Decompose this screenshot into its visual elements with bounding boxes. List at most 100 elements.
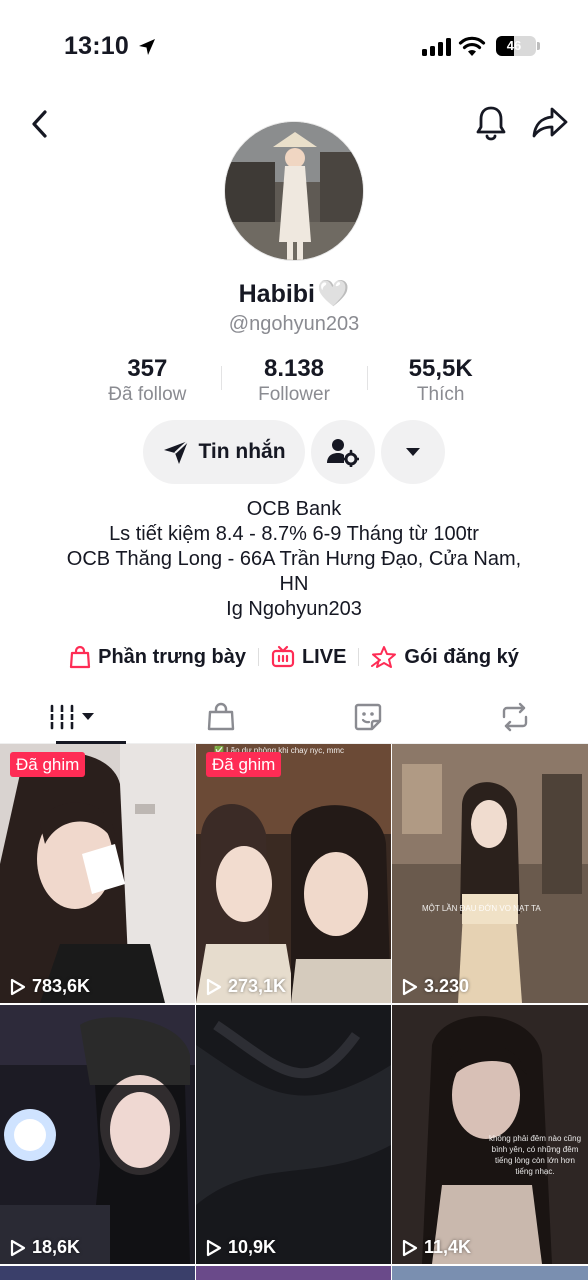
stat-following[interactable]: 357 Đã follow	[74, 354, 221, 410]
video-thumbnail-partial[interactable]	[392, 1266, 588, 1280]
subscription-link[interactable]: Gói đăng ký	[371, 645, 519, 669]
play-outline-icon	[402, 978, 418, 995]
video-thumbnail-image	[196, 744, 391, 1003]
play-outline-icon	[10, 1239, 26, 1256]
bio-line: Ls tiết kiệm 8.4 - 8.7% 6-9 Tháng từ 100…	[109, 523, 479, 545]
stat-followers[interactable]: 8.138 Follower	[220, 354, 368, 410]
white-heart-emoji: 🤍	[317, 278, 350, 308]
stat-value: 357	[127, 355, 168, 382]
view-count-text: 3.230	[424, 976, 470, 996]
video-caption: không phải đêm nào cũng bình yên, có nhữ…	[488, 1134, 582, 1176]
video-thumbnail-partial[interactable]	[196, 1266, 391, 1280]
stat-value: 55,5K	[408, 355, 473, 382]
divider	[257, 648, 259, 666]
video-grid-next-row	[0, 1266, 588, 1280]
bio-line: OCB Bank	[246, 498, 342, 520]
grid-bars-icon	[48, 704, 94, 729]
content-tabs	[0, 690, 588, 744]
subscription-star-icon	[371, 646, 397, 668]
cellular-signal-icon	[422, 38, 451, 56]
live-link[interactable]: LIVE	[271, 645, 346, 669]
profile-name: Habibi🤍	[0, 278, 588, 309]
stat-label: Đã follow	[108, 384, 187, 405]
avatar-photo	[225, 122, 363, 260]
more-options-button[interactable]	[381, 420, 445, 484]
video-thumbnail[interactable]: MỘT LẦN ĐAU ĐỚN VO NẠT TA 3.230	[392, 744, 588, 1003]
shopping-bag-icon	[207, 702, 234, 730]
bell-icon	[476, 106, 506, 141]
message-button-label: Tin nhắn	[198, 440, 286, 463]
message-button[interactable]: Tin nhắn	[143, 420, 305, 484]
view-count: 11,4K	[402, 1237, 471, 1258]
stat-value: 8.138	[263, 355, 325, 382]
status-bar: 13:10 46	[0, 0, 588, 96]
clock: 13:10	[64, 32, 157, 61]
user-gear-icon	[327, 439, 359, 467]
video-thumbnail[interactable]: Đã ghim 783,6K	[0, 744, 195, 1003]
repost-icon	[502, 702, 527, 731]
view-count-text: 11,4K	[424, 1237, 472, 1257]
subscription-label: Gói đăng ký	[404, 645, 519, 668]
profile-links: Phần trưng bày LIVE Gói đăng ký	[0, 640, 588, 674]
battery-nub	[537, 42, 540, 50]
view-count: 783,6K	[10, 976, 90, 997]
caret-down-icon	[406, 448, 420, 456]
play-outline-icon	[206, 1239, 222, 1256]
live-label: LIVE	[301, 645, 347, 668]
video-thumbnail-image	[0, 744, 195, 1003]
bio-line: HN	[279, 573, 309, 595]
friend-settings-button[interactable]	[311, 420, 375, 484]
video-thumbnail-image	[196, 1005, 391, 1264]
stat-likes[interactable]: 55,5K Thích	[367, 354, 514, 410]
video-thumbnail[interactable]: không phải đêm nào cũng bình yên, có nhữ…	[392, 1005, 588, 1264]
bio-line: OCB Thăng Long - 66A Trần Hưng Đạo, Cửa …	[66, 548, 522, 570]
play-outline-icon	[206, 978, 222, 995]
live-tv-icon	[271, 645, 295, 668]
view-count-text: 273,1K	[228, 976, 287, 996]
bio-line: Ig Ngohyun203	[226, 598, 362, 620]
divider	[358, 648, 360, 666]
showcase-label: Phần trưng bày	[98, 645, 246, 668]
share-button[interactable]	[528, 102, 572, 144]
view-count-text: 10,9K	[228, 1237, 277, 1257]
video-thumbnail-image	[392, 744, 588, 1003]
notification-bell-button[interactable]	[470, 102, 512, 144]
back-button[interactable]	[22, 104, 58, 144]
tab-reposts[interactable]	[441, 690, 588, 743]
stat-label: Follower	[258, 384, 330, 405]
tab-shop[interactable]	[147, 690, 294, 743]
view-count-text: 18,6K	[32, 1237, 81, 1257]
battery-icon: 46	[496, 36, 536, 56]
avatar[interactable]	[224, 121, 364, 261]
view-count: 18,6K	[10, 1237, 80, 1258]
tab-stickers[interactable]	[294, 690, 441, 743]
view-count: 10,9K	[206, 1237, 276, 1258]
tab-videos[interactable]	[0, 690, 147, 744]
profile-username: @ngohyun203	[228, 313, 360, 335]
battery-percent: 46	[506, 38, 522, 53]
chevron-left-icon	[32, 110, 47, 138]
video-thumbnail-image	[0, 1005, 195, 1264]
video-thumbnail[interactable]: 18,6K	[0, 1005, 195, 1264]
pinned-badge: Đã ghim	[10, 752, 86, 777]
video-grid: Đã ghim 783,6K ✅ Lão dự phòng khi chay n…	[0, 744, 588, 1264]
send-plane-icon	[164, 440, 190, 464]
video-thumbnail[interactable]: 10,9K	[196, 1005, 391, 1264]
video-thumbnail-partial[interactable]	[0, 1266, 195, 1280]
profile-bio: OCB Bank Ls tiết kiệm 8.4 - 8.7% 6-9 Thá…	[30, 497, 558, 622]
clock-time: 13:10	[64, 32, 129, 60]
video-thumbnail[interactable]: ✅ Lão dự phòng khi chay nyc, mmc Đã ghim…	[196, 744, 391, 1003]
view-count: 3.230	[402, 976, 469, 997]
video-caption: MỘT LẦN ĐAU ĐỚN VO NẠT TA	[422, 904, 541, 913]
wifi-icon	[458, 36, 486, 56]
shopping-bag-icon	[70, 645, 91, 669]
showcase-link[interactable]: Phần trưng bày	[69, 645, 246, 669]
sticker-icon	[354, 703, 381, 730]
profile-stats: 357 Đã follow 8.138 Follower 55,5K Thích	[74, 354, 514, 410]
stat-label: Thích	[416, 384, 465, 405]
location-arrow-icon	[138, 38, 155, 55]
share-arrow-icon	[532, 107, 568, 138]
profile-name-text: Habibi	[238, 280, 316, 308]
pinned-badge: Đã ghim	[206, 752, 282, 777]
play-outline-icon	[10, 978, 26, 995]
